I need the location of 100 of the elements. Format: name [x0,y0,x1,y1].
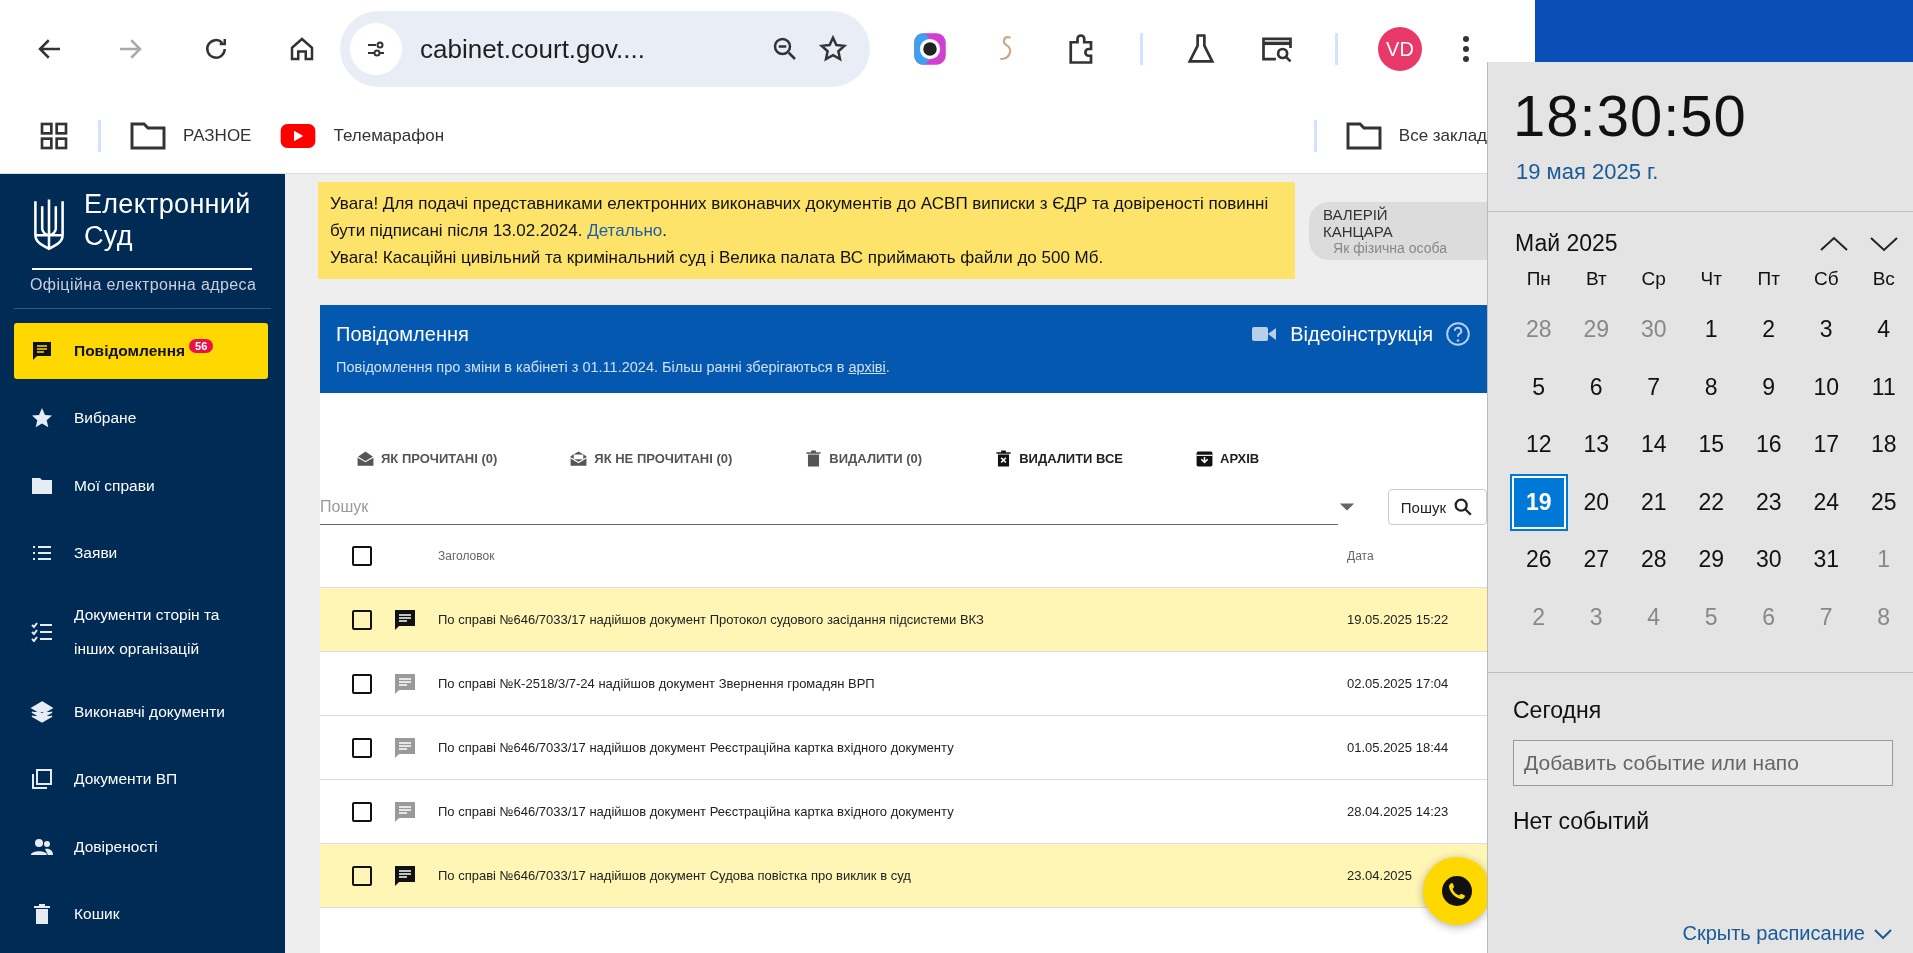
calendar-day[interactable]: 27 [1569,533,1623,587]
calendar-day[interactable]: 12 [1512,418,1566,472]
select-all-checkbox[interactable] [352,546,372,566]
row-checkbox[interactable] [352,609,372,630]
column-header: Дата [1347,549,1375,563]
message-title: По справі №646/7033/17 надійшов документ Реєстраційна картка вхідного документу [438,740,955,755]
message-row[interactable]: По справі №646/7033/17 надійшов документ Реєстраційна картка вхідного документу 01.05.2025 18:44 [320,716,1487,780]
logo-title: Електронний Суд [84,188,252,252]
column-header: Заголовок [438,549,496,563]
delete-all-icon [994,448,1014,468]
nav-item[interactable]: Документи сторін та інших організацій [14,592,268,673]
weekday-label: Вт [1584,267,1608,291]
search-field[interactable]: Пошук [320,489,1338,525]
calendar-day[interactable]: 18 [1857,418,1911,472]
calendar-day[interactable]: 4 [1857,303,1911,357]
logo-subtitle: Офіційна електронна адреса [29,275,258,295]
calendar-day[interactable]: 29 [1684,533,1738,587]
calendar-day[interactable]: 11 [1857,360,1911,414]
message-row[interactable]: По справі №К-2518/3/7-24 надійшов документ Звернення громадян ВРП 02.05.2025 17:04 [320,652,1487,716]
nav-item[interactable]: Повідомлення $^{56}$ [14,322,268,380]
message-icon [393,863,417,888]
calendar-day[interactable]: 31 [1799,533,1853,587]
user-role: Як фізична особа [1333,240,1447,256]
nav-item[interactable]: Виконавчі документи [14,683,268,741]
checklist-icon [30,620,54,645]
message-date: 02.05.2025 17:04 [1347,676,1450,691]
nav-item[interactable]: Вибране [14,390,268,447]
clock-date[interactable]: 19 мая 2025 г. [1488,149,1913,185]
action-button[interactable]: ВИДАЛИТИ ВСЕ [994,448,1123,468]
row-checkbox[interactable] [352,673,372,694]
calendar-day[interactable]: 20 [1569,475,1623,529]
calendar-day[interactable]: 10 [1799,360,1853,414]
message-date: 19.05.2025 15:22 [1347,612,1450,627]
nav-item[interactable]: Заяви [14,524,268,582]
chevron-down-icon[interactable] [1869,235,1899,252]
search-button[interactable]: Пошук [1387,489,1487,525]
message-row[interactable]: По справі №646/7033/17 надійшов документ Судова повістка про виклик в суд 23.04.2025 [320,844,1487,908]
calendar-day[interactable]: 15 [1684,418,1738,472]
chevron-up-icon[interactable] [1819,235,1849,252]
calendar-day[interactable]: 21 [1627,475,1681,529]
calendar-day[interactable]: 30 [1742,533,1796,587]
calendar-day[interactable]: 5 [1512,360,1566,414]
address-bar[interactable]: cabinet.court.gov.... [340,11,870,87]
url-text: cabinet.court.gov.... [420,33,646,65]
row-checkbox[interactable] [352,801,372,822]
message-title: По справі №646/7033/17 надійшов документ Судова повістка про виклик в суд [438,868,912,883]
calendar-day[interactable]: 3 [1799,303,1853,357]
message-icon [393,671,417,696]
site-settings-icon[interactable] [350,23,402,75]
row-checkbox[interactable] [352,865,372,886]
message-date: 23.04.2025 [1347,868,1414,883]
calendar-day[interactable]: 6 [1569,360,1623,414]
month-title[interactable]: Май 2025 [1515,230,1799,257]
calendar-day[interactable]: 17 [1799,418,1853,472]
archive-link[interactable]: архіві [848,359,886,375]
message-row[interactable]: По справі №646/7033/17 надійшов документ Протокол судового засідання підсистеми ВКЗ 19.05.2025 15:22 [320,588,1487,652]
calendar-day[interactable]: 13 [1569,418,1623,472]
hide-schedule-link[interactable]: Скрыть расписание [1682,922,1893,945]
action-button[interactable]: АРХІВ [1195,448,1260,468]
nav-item[interactable]: Кошик [14,885,268,942]
header-subtitle: Повідомлення про зміни в кабінеті з 01.11.2024. Більш ранні зберігаються в архіві. [336,359,891,375]
video-link[interactable]: Відеоінструкція [1252,322,1433,346]
user-chip[interactable]: ВАЛЕРІЙ КАНЦАРА Як фізична особа [1309,202,1487,260]
calendar-day[interactable]: 8 [1684,360,1738,414]
calendar-day[interactable]: 14 [1627,418,1681,472]
calendar-day[interactable]: 26 [1512,533,1566,587]
event-input[interactable]: Добавить событие или напо [1513,740,1893,786]
nav-item[interactable]: Документи ВП [14,751,268,808]
details-link[interactable]: Детально [587,221,663,240]
weekday-label: Сб [1812,267,1840,291]
copy-icon [30,767,54,792]
row-checkbox[interactable] [352,737,372,758]
weekday-label: Пн [1525,267,1552,291]
menu-icon[interactable] [1462,33,1470,65]
delete-icon [804,448,824,468]
calendar-day[interactable]: 22 [1684,475,1738,529]
camera-extension-icon[interactable] [912,31,948,67]
message-title: По справі №К-2518/3/7-24 надійшов документ Звернення громадян ВРП [438,676,876,691]
profile-avatar[interactable]: VD [1378,27,1422,71]
nav-item[interactable]: Довіреності [14,818,268,875]
unread-icon [569,448,589,468]
calendar-day[interactable]: 25 [1857,475,1911,529]
message-title: По справі №646/7033/17 надійшов документ Реєстраційна картка вхідного документу [438,804,955,819]
calendar-day[interactable]: 9 [1742,360,1796,414]
bookmark[interactable]: Телемарафон [279,119,445,152]
calendar-day[interactable]: 23 [1742,475,1796,529]
calendar-day[interactable]: 7 [1627,360,1681,414]
calendar-day[interactable]: 24 [1799,475,1853,529]
calendar-day[interactable]: 2 [1742,303,1796,357]
no-events-text: Нет событий [1512,807,1651,835]
star-icon[interactable] [818,34,848,64]
calendar-day[interactable]: 16 [1742,418,1796,472]
all-bookmarks-button[interactable]: Все заклад [1344,119,1487,152]
bookmark[interactable]: РАЗНОЕ [129,119,252,152]
calendar-day[interactable]: 1 [1684,303,1738,357]
nav-item[interactable]: Мої справи [14,457,268,514]
message-icon [393,799,417,824]
help-icon[interactable] [1445,321,1471,347]
calendar-day[interactable]: 28 [1627,533,1681,587]
calendar-day[interactable]: 19 [1512,475,1566,529]
